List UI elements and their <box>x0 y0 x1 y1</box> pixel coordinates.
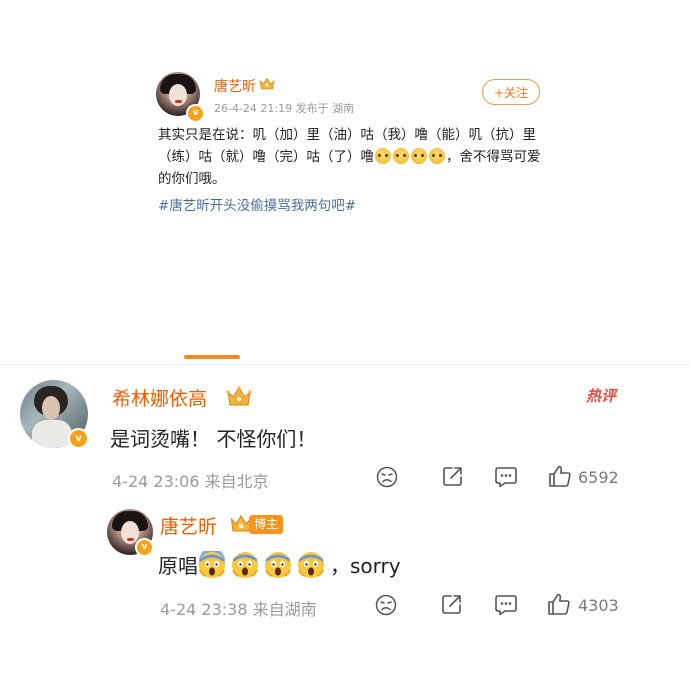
scream-emoji-icon <box>199 551 225 578</box>
comment-meta: 4-24 23:06 来自北京 <box>112 472 269 491</box>
comment-icon[interactable] <box>494 466 518 488</box>
active-tab-indicator <box>184 355 240 359</box>
section-divider <box>0 364 690 365</box>
dislike-icon[interactable] <box>376 466 398 488</box>
crying-face-emoji-icon <box>393 148 409 164</box>
scream-emoji-icon <box>298 552 324 578</box>
reply-meta: 4-24 23:38 来自湖南 <box>160 600 317 619</box>
scream-emoji-icon <box>265 552 291 578</box>
share-icon[interactable] <box>442 465 464 487</box>
crying-face-emoji-icon <box>429 148 445 164</box>
scream-emoji-icon <box>232 552 258 578</box>
post-hashtag-link[interactable]: #唐艺昕开头没偷摸骂我两句吧# <box>158 194 356 214</box>
post-text: 其实只是在说：叽（加）里（油）咕（我）噜（能）叽（抗）里（练）咕（就）噜（完）咕… <box>158 124 544 190</box>
reply-text-prefix: 原唱 <box>158 554 198 578</box>
like-count: 4303 <box>578 596 619 615</box>
post-meta: 26-4-24 21:19 发布于 湖南 <box>214 102 355 115</box>
author-badge: 博主 <box>249 515 284 534</box>
reply-text-suffix: ，sorry <box>330 554 401 578</box>
crown-icon <box>226 386 252 406</box>
comment-author-name[interactable]: 希林娜依高 <box>112 384 207 411</box>
verified-badge-icon: v <box>135 538 154 557</box>
like-icon[interactable] <box>548 464 572 488</box>
verified-badge-icon: v <box>68 428 89 449</box>
reply-author-name[interactable]: 唐艺昕 <box>160 512 217 539</box>
post-author-name[interactable]: 唐艺昕 <box>214 76 256 96</box>
follow-button[interactable]: +关注 <box>482 79 540 105</box>
crying-face-emoji-icon <box>411 148 427 164</box>
comment-text: 是词烫嘴！ 不怪你们！ <box>110 427 317 451</box>
share-icon[interactable] <box>441 593 463 615</box>
crown-icon <box>259 77 275 90</box>
hot-comment-badge: 热评 <box>586 387 617 405</box>
like-icon[interactable] <box>547 592 571 616</box>
reply-text: 原唱 ，sorry <box>158 550 401 579</box>
dislike-icon[interactable] <box>375 594 397 616</box>
crying-face-emoji-icon <box>375 148 391 164</box>
comment-icon[interactable] <box>494 594 518 616</box>
like-count: 6592 <box>578 468 619 487</box>
post-card: v 唐艺昕 26-4-24 21:19 发布于 湖南 +关注 其实只是在说：叽（… <box>140 62 554 232</box>
verified-badge-icon: v <box>186 104 205 123</box>
